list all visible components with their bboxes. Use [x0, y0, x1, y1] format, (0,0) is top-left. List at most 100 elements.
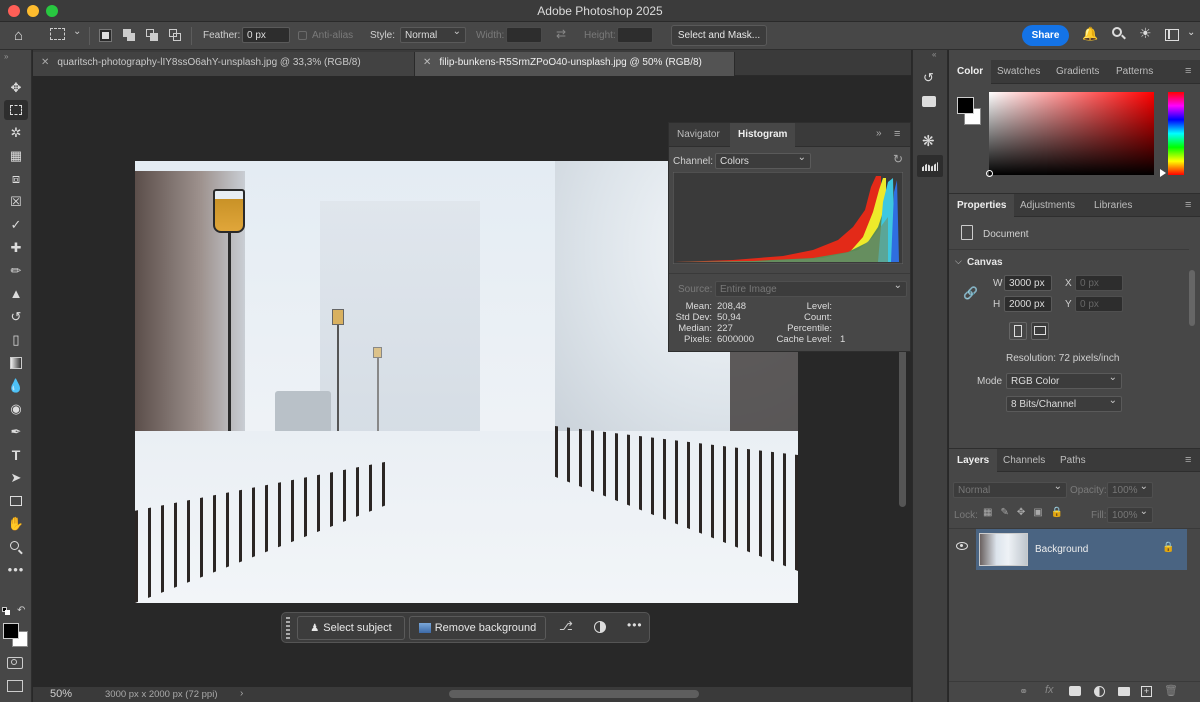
intersect-selection-icon[interactable] — [169, 29, 182, 42]
hue-slider[interactable] — [1168, 92, 1184, 175]
hue-slider-handle[interactable] — [1160, 169, 1166, 177]
pen-tool-icon[interactable]: ✒ — [4, 422, 28, 442]
rectangle-tool-icon[interactable] — [4, 491, 28, 511]
document-info[interactable]: 3000 px x 2000 px (72 ppi) — [105, 689, 218, 700]
canvas-x-input[interactable]: 0 px — [1075, 275, 1123, 291]
hand-tool-icon[interactable]: ✋ — [4, 514, 28, 534]
portrait-icon[interactable] — [1009, 322, 1027, 340]
layer-row-background[interactable]: Background 🔒 — [976, 529, 1187, 570]
drag-handle-icon[interactable] — [286, 617, 290, 639]
clone-stamp-tool-icon[interactable]: ▲ — [4, 284, 28, 304]
object-selection-tool-icon[interactable]: ✲ — [4, 123, 28, 143]
zoom-level[interactable]: 50% — [50, 688, 72, 700]
lock-icons[interactable]: ▦✎✥▣🔒 — [983, 507, 1071, 518]
blur-tool-icon[interactable]: 💧 — [4, 376, 28, 396]
eyedropper-tool-icon[interactable]: ✓ — [4, 215, 28, 235]
swap-dimensions-icon[interactable]: ⇄ — [556, 27, 566, 41]
add-to-selection-icon[interactable] — [123, 29, 136, 42]
type-tool-icon[interactable]: T — [4, 445, 28, 465]
select-and-mask-button[interactable]: Select and Mask... — [671, 25, 767, 46]
remove-background-button[interactable]: Remove background — [409, 616, 546, 640]
fill-input[interactable]: 100% — [1107, 505, 1153, 523]
search-icon[interactable] — [1112, 27, 1126, 40]
tab-layers[interactable]: Layers — [949, 449, 998, 473]
chevron-down-icon[interactable]: ⌄ — [73, 26, 81, 37]
marquee-tool-icon[interactable] — [4, 100, 28, 120]
opacity-input[interactable]: 100% — [1107, 480, 1153, 498]
lightbulb-icon[interactable]: ☀ — [1139, 25, 1152, 42]
tab-swatches[interactable]: Swatches — [989, 60, 1048, 84]
close-icon[interactable]: ✕ — [423, 57, 431, 68]
panel-menu-icon[interactable]: ≡ — [894, 128, 900, 140]
tab-histogram[interactable]: Histogram — [730, 123, 796, 147]
workspace-icon[interactable] — [1165, 29, 1179, 41]
color-field[interactable] — [986, 92, 1154, 177]
move-tool-icon[interactable]: ✥ — [4, 78, 28, 98]
gradient-tool-icon[interactable] — [4, 353, 28, 373]
tab-filip-bunkens-photo[interactable]: ✕ filip-bunkens-R5SrmZPoO40-unsplash.jpg … — [415, 52, 735, 76]
comments-icon[interactable] — [922, 96, 936, 107]
share-button[interactable]: Share — [1022, 25, 1069, 46]
chevron-right-icon[interactable]: › — [240, 688, 243, 699]
frame-tool-icon[interactable]: ☒ — [4, 192, 28, 212]
foreground-color-swatch[interactable] — [3, 623, 19, 639]
new-layer-icon[interactable]: + — [1141, 686, 1152, 697]
rect-marquee-preset-icon[interactable] — [50, 28, 65, 40]
adjustment-icon[interactable] — [594, 621, 606, 633]
properties-scrollbar[interactable] — [1189, 270, 1195, 326]
transform-icon[interactable]: ⎇ — [559, 619, 573, 633]
source-select[interactable]: Entire Image — [715, 279, 907, 297]
link-icon[interactable]: 🔗 — [963, 286, 978, 300]
layer-name[interactable]: Background — [1035, 544, 1088, 555]
canvas-width-input[interactable]: 3000 px — [1004, 275, 1052, 291]
histogram-panel-icon[interactable] — [917, 155, 943, 177]
canvas-y-input[interactable]: 0 px — [1075, 296, 1123, 312]
crop-tool-icon[interactable]: ⧈ — [4, 169, 28, 189]
select-subject-button[interactable]: ♟ Select subject — [297, 616, 405, 640]
swap-colors-icon[interactable]: ↶ — [17, 605, 25, 616]
link-layers-icon[interactable]: ⚭ — [1019, 685, 1028, 698]
more-tools-icon[interactable]: ••• — [4, 560, 28, 580]
visibility-eye-icon[interactable] — [956, 542, 968, 550]
tab-properties[interactable]: Properties — [949, 194, 1015, 218]
panel-menu-icon[interactable]: ≡ — [1185, 65, 1191, 77]
folder-icon[interactable] — [1118, 687, 1130, 696]
mode-select[interactable]: RGB Color — [1006, 371, 1122, 389]
height-input[interactable] — [617, 27, 653, 43]
history-icon[interactable]: ↺ — [923, 70, 934, 86]
screen-mode-icon[interactable] — [7, 680, 23, 692]
tab-color[interactable]: Color — [949, 60, 992, 84]
tab-quaritsch-photo[interactable]: ✕ quaritsch-photography-lIY8ssO6ahY-unspl… — [33, 52, 415, 76]
chevron-down-icon[interactable]: ⌄ — [1187, 27, 1195, 38]
foreground-color-swatch[interactable] — [957, 97, 974, 114]
tab-libraries[interactable]: Libraries — [1086, 194, 1140, 218]
tab-paths[interactable]: Paths — [1052, 449, 1094, 473]
fx-icon[interactable]: fx — [1045, 684, 1054, 696]
path-selection-tool-icon[interactable]: ➤ — [4, 468, 28, 488]
panel-menu-icon[interactable]: ≡ — [1185, 454, 1191, 466]
quick-mask-icon[interactable] — [7, 657, 23, 669]
add-mask-icon[interactable] — [1069, 686, 1081, 696]
style-select[interactable]: Normal — [400, 25, 466, 43]
lock-icon[interactable]: 🔒 — [1162, 542, 1174, 553]
landscape-icon[interactable] — [1031, 322, 1049, 340]
tab-adjustments[interactable]: Adjustments — [1012, 194, 1083, 218]
blend-mode-select[interactable]: Normal — [953, 480, 1067, 498]
subtract-from-selection-icon[interactable] — [146, 29, 159, 42]
bit-depth-select[interactable]: 8 Bits/Channel — [1006, 394, 1122, 412]
tab-navigator[interactable]: Navigator — [669, 123, 728, 147]
adjustment-layer-icon[interactable] — [1094, 686, 1105, 697]
channel-select[interactable]: Colors — [715, 151, 811, 169]
tab-gradients[interactable]: Gradients — [1048, 60, 1107, 84]
dodge-tool-icon[interactable]: ◉ — [4, 399, 28, 419]
brush-tool-icon[interactable]: ✏ — [4, 261, 28, 281]
collapse-icon[interactable]: » — [876, 128, 882, 139]
trash-icon[interactable]: 🗑 — [1164, 684, 1178, 697]
zoom-tool-icon[interactable] — [4, 537, 28, 557]
chevron-down-icon[interactable]: ⌵ — [955, 256, 962, 267]
eraser-tool-icon[interactable]: ▯ — [4, 330, 28, 350]
horizontal-scrollbar[interactable] — [449, 690, 699, 698]
feather-input[interactable]: 0 px — [242, 27, 290, 43]
new-selection-icon[interactable] — [99, 29, 112, 42]
history-brush-tool-icon[interactable]: ↺ — [4, 307, 28, 327]
